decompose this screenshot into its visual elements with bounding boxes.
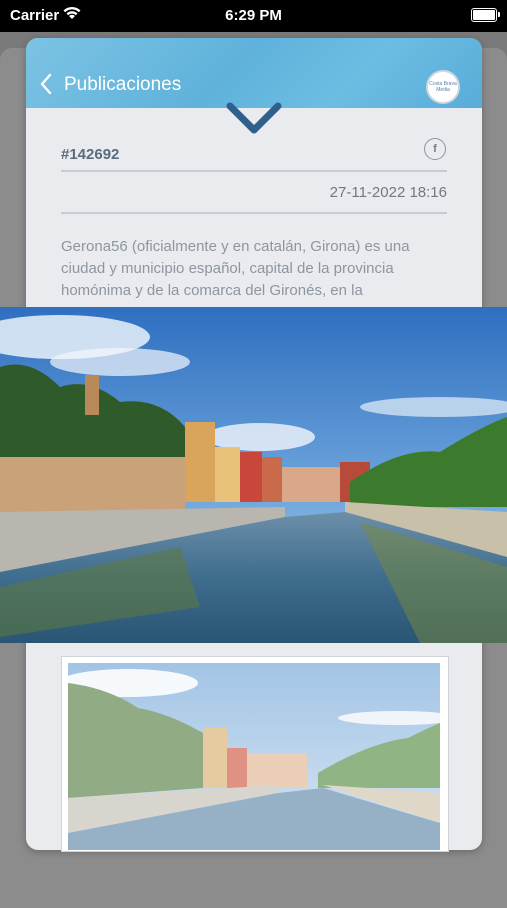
clock: 6:29 PM — [225, 7, 282, 24]
status-bar: Carrier 6:29 PM — [0, 0, 507, 32]
brand-logo-text: Costa Brava Media — [429, 81, 457, 93]
post-body: Gerona56 (oficialmente y en catalán, Gir… — [61, 238, 410, 299]
post-date: 27-11-2022 18:16 — [329, 184, 447, 201]
post-thumbnail[interactable] — [68, 663, 440, 850]
post-reference: #142692 — [61, 146, 120, 163]
brand-logo[interactable]: Costa Brava Media — [426, 70, 460, 104]
nav-title[interactable]: Publicaciones — [64, 74, 181, 96]
divider — [61, 170, 447, 172]
facebook-icon[interactable]: f — [424, 138, 446, 160]
chevron-left-icon[interactable] — [38, 72, 54, 96]
nav-bar: Publicaciones Costa Brava Media — [26, 38, 482, 108]
chevron-down-icon[interactable] — [226, 100, 282, 136]
battery-icon — [471, 8, 500, 22]
post-photo[interactable] — [0, 307, 507, 643]
divider — [61, 212, 447, 214]
